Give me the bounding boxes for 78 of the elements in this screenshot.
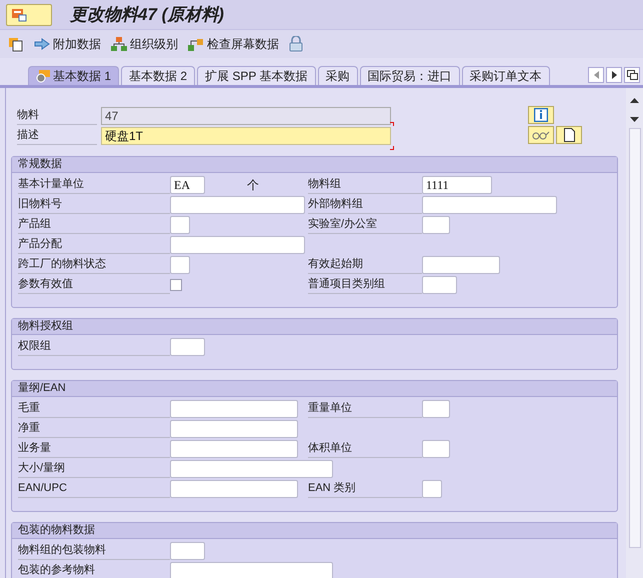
input-field[interactable] bbox=[422, 400, 450, 418]
input-field[interactable] bbox=[422, 256, 500, 274]
field-label: 大小/量纲 bbox=[18, 460, 170, 478]
input-field[interactable] bbox=[170, 562, 333, 578]
document-button[interactable] bbox=[556, 126, 582, 144]
field-label: 描述 bbox=[17, 127, 97, 145]
input-field[interactable] bbox=[422, 480, 442, 498]
input-field[interactable] bbox=[170, 480, 298, 498]
field-label: 跨工厂的物料状态 bbox=[18, 256, 170, 274]
input-field[interactable] bbox=[170, 256, 190, 274]
system-menu-button[interactable] bbox=[6, 4, 52, 26]
input-field[interactable] bbox=[170, 542, 205, 560]
tab[interactable]: 基本数据 1 bbox=[28, 66, 120, 85]
group-title: 常规数据 bbox=[12, 157, 617, 173]
field-label: 物料 bbox=[17, 107, 97, 125]
input-field[interactable] bbox=[170, 460, 333, 478]
field-label: EAN/UPC bbox=[18, 480, 170, 498]
toolbar-button[interactable]: 附加数据 bbox=[34, 35, 101, 53]
unit-text: 个 bbox=[247, 177, 259, 194]
down-arrow-icon[interactable] bbox=[630, 117, 639, 122]
scroll-thumb[interactable] bbox=[628, 128, 640, 548]
input-field[interactable] bbox=[170, 400, 298, 418]
tab-list-button[interactable] bbox=[624, 67, 640, 83]
info-icon bbox=[534, 108, 548, 122]
hierarchy-icon bbox=[111, 37, 127, 51]
window-title: 更改物料47 (原材料) bbox=[70, 4, 224, 26]
input-field[interactable]: 47 bbox=[101, 107, 391, 125]
tab[interactable]: 基本数据 2 bbox=[121, 66, 196, 85]
up-arrow-icon[interactable] bbox=[630, 98, 639, 103]
input-field[interactable] bbox=[170, 216, 190, 234]
group-title: 物料授权组 bbox=[12, 319, 617, 335]
focus-corner bbox=[390, 122, 394, 126]
glasses-icon bbox=[532, 130, 550, 140]
field-label: 毛重 bbox=[18, 400, 170, 418]
input-field[interactable]: EA bbox=[170, 176, 205, 194]
page-icon bbox=[564, 128, 574, 142]
field-label: 物料组的包装物料 bbox=[18, 542, 170, 560]
field-label: 权限组 bbox=[18, 338, 170, 356]
input-field[interactable] bbox=[170, 236, 305, 254]
tab[interactable]: 国际贸易：进口 bbox=[360, 66, 460, 85]
input-field[interactable] bbox=[422, 216, 450, 234]
input-field[interactable] bbox=[170, 338, 205, 356]
field-label: 基本计量单位 bbox=[18, 176, 170, 194]
checkbox[interactable] bbox=[170, 279, 182, 291]
tab-icon bbox=[36, 70, 50, 82]
field-label: 产品组 bbox=[18, 216, 170, 234]
field-label: 参数有效值 bbox=[18, 276, 170, 294]
glasses-button[interactable] bbox=[528, 126, 554, 144]
tab[interactable]: 扩展 SPP 基本数据 bbox=[197, 66, 316, 85]
tab[interactable]: 采购订单文本 bbox=[462, 66, 550, 85]
toolbar-button[interactable]: 检查屏幕数据 bbox=[188, 35, 279, 53]
field-label: 产品分配 bbox=[18, 236, 170, 254]
right-arrow-icon bbox=[612, 71, 616, 79]
input-field[interactable] bbox=[422, 196, 557, 214]
focus-corner bbox=[390, 146, 394, 150]
lock-icon[interactable] bbox=[289, 36, 303, 52]
input-field[interactable] bbox=[170, 420, 298, 438]
input-field[interactable] bbox=[422, 276, 457, 294]
group-title: 包装的物料数据 bbox=[12, 523, 617, 539]
document-icon[interactable] bbox=[8, 36, 24, 52]
field-label: 净重 bbox=[18, 420, 170, 438]
group-title: 量纲/EAN bbox=[12, 381, 617, 397]
input-field[interactable]: 1111 bbox=[422, 176, 492, 194]
scrollbar[interactable] bbox=[626, 88, 643, 578]
input-field[interactable] bbox=[170, 440, 298, 458]
tab[interactable]: 采购 bbox=[318, 66, 358, 85]
field-label: 业务量 bbox=[18, 440, 170, 458]
toolbar-button[interactable]: 组织级别 bbox=[111, 35, 178, 53]
scroll-right-button[interactable] bbox=[606, 67, 622, 83]
input-field[interactable] bbox=[170, 196, 305, 214]
input-field[interactable] bbox=[422, 440, 450, 458]
input-field[interactable]: 硬盘1T bbox=[101, 127, 391, 145]
field-label: 旧物料号 bbox=[18, 196, 170, 214]
info-button[interactable] bbox=[528, 106, 554, 124]
windows-icon bbox=[626, 70, 638, 80]
arrow-icon bbox=[34, 38, 50, 50]
left-arrow-icon bbox=[594, 71, 598, 79]
window-icon bbox=[11, 8, 27, 22]
